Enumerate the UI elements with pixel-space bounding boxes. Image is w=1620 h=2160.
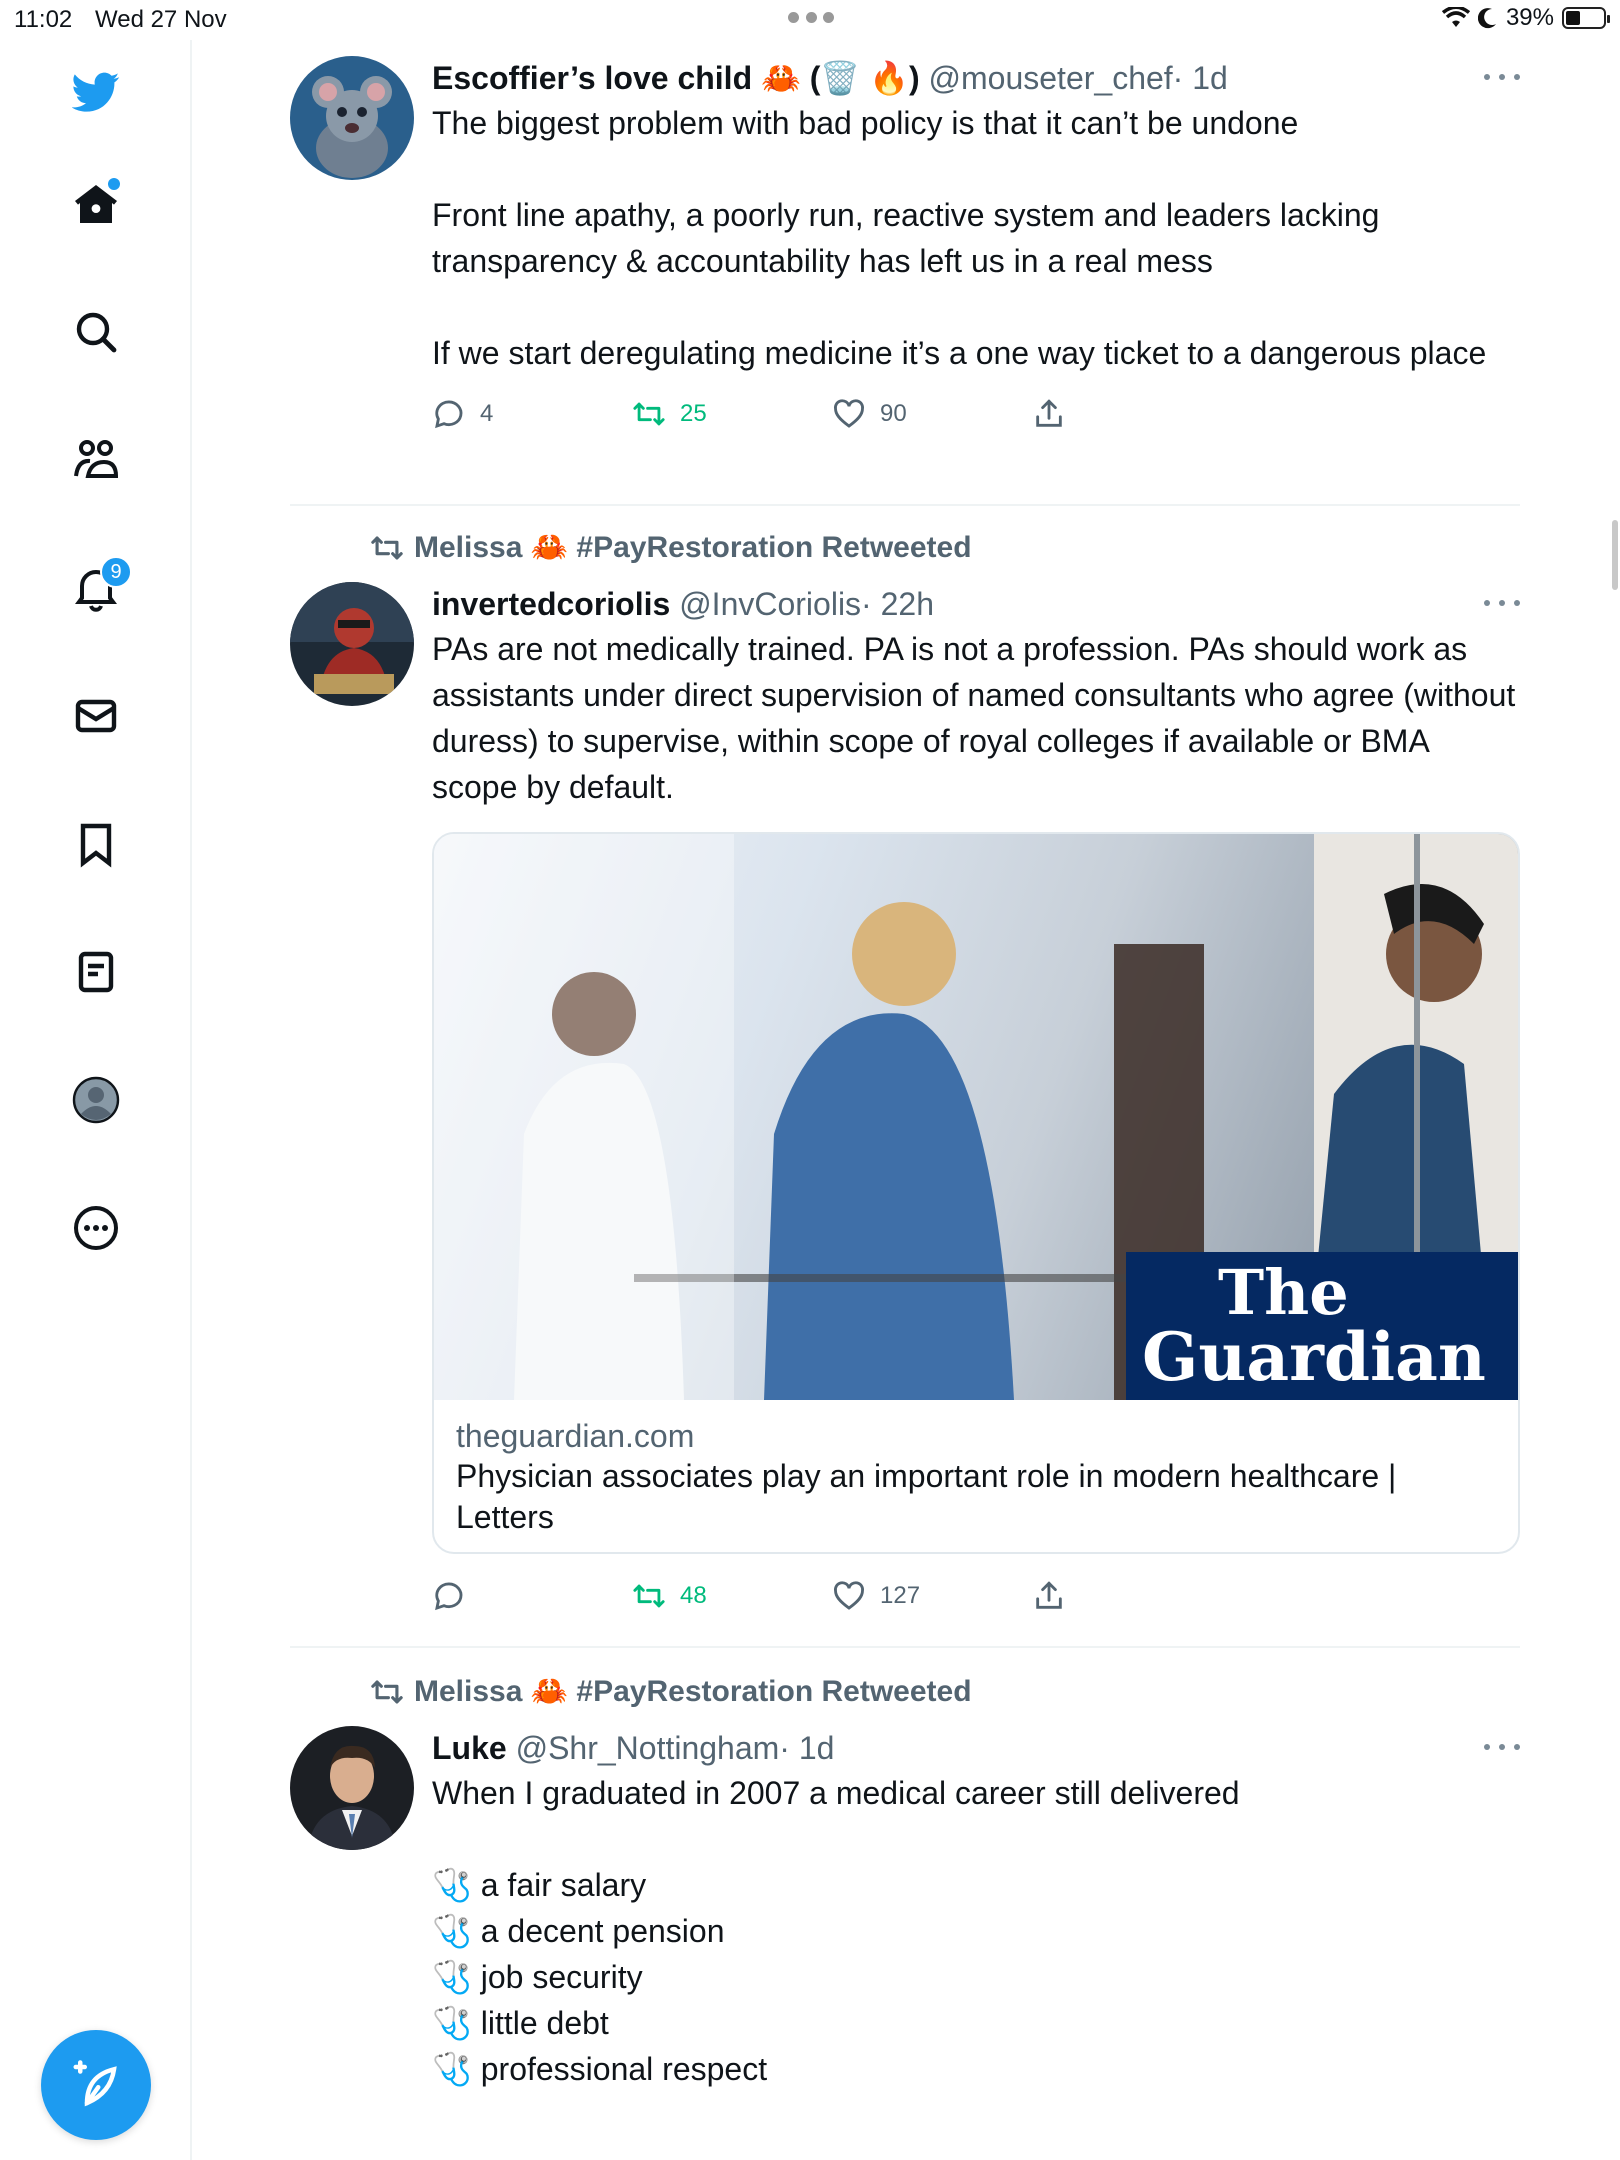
twitter-logo-icon[interactable] <box>66 62 126 122</box>
retweet-icon <box>633 1584 665 1608</box>
share-button[interactable] <box>1032 394 1066 434</box>
tweet-body: invertedcoriolis @InvCoriolis· 22h PAs a… <box>432 582 1520 1626</box>
retweet-button[interactable]: 25 <box>632 394 707 434</box>
notifications-bell-icon[interactable]: 9 <box>66 556 132 618</box>
heart-icon <box>834 1581 864 1610</box>
retweet-count: 48 <box>680 1582 707 1609</box>
tweet-header: Escoffier’s love child 🦀 (🗑️ 🔥) @mousete… <box>432 56 1520 100</box>
retweeted-by-line[interactable]: Melissa 🦀 #PayRestoration Retweeted <box>370 1674 972 1709</box>
moon-icon <box>1477 8 1496 29</box>
tweet-more-icon[interactable] <box>1484 1744 1520 1752</box>
bookmark-icon[interactable] <box>66 814 126 874</box>
profile-avatar-icon[interactable] <box>66 1070 126 1130</box>
reply-icon <box>435 1582 463 1611</box>
link-card-meta: theguardian.com Physician associates pla… <box>434 1400 1518 1552</box>
communities-icon[interactable] <box>66 430 126 490</box>
link-card-title: Physician associates play an important r… <box>456 1458 1397 1535</box>
share-icon <box>1036 399 1062 427</box>
author-name[interactable]: Luke <box>432 1730 507 1766</box>
reply-icon <box>435 400 463 429</box>
sidebar: 9 <box>0 40 192 2160</box>
timeline-feed: Escoffier’s love child 🦀 (🗑️ 🔥) @mousete… <box>192 40 1620 2160</box>
heart-icon <box>834 399 864 428</box>
wifi-icon <box>1441 7 1470 27</box>
guardian-logo-line1: The <box>1218 1256 1349 1329</box>
author-handle[interactable]: @Shr_Nottingham <box>516 1730 780 1766</box>
avatar[interactable] <box>290 582 414 706</box>
link-card[interactable]: The Guardian theguardian.com Physician a… <box>432 832 1520 1554</box>
reply-button[interactable]: 4 <box>432 394 493 434</box>
home-icon[interactable] <box>66 174 126 234</box>
tweet-divider <box>290 1646 1520 1648</box>
tweet-text: PAs are not medically trained. PA is not… <box>432 631 1525 805</box>
compose-feather-icon <box>73 2060 117 2107</box>
tweet-time[interactable]: · 1d <box>779 1730 834 1766</box>
like-count: 90 <box>880 400 907 427</box>
tweet-more-icon[interactable] <box>1484 74 1520 82</box>
tweet-actions: 4 25 90 <box>432 394 1520 444</box>
retweet-count: 25 <box>680 400 707 427</box>
author-name[interactable]: invertedcoriolis <box>432 586 670 622</box>
tweet-actions: 48 127 <box>432 1576 1520 1626</box>
link-card-domain: theguardian.com <box>456 1418 695 1454</box>
retweeted-by-text: Melissa 🦀 #PayRestoration Retweeted <box>414 1675 972 1708</box>
tweet-text: When I graduated in 2007 a medical caree… <box>432 1775 1240 2087</box>
guardian-logo: The Guardian <box>1126 1252 1518 1400</box>
like-button[interactable]: 90 <box>832 394 907 434</box>
tweet-divider <box>290 504 1520 506</box>
search-icon[interactable] <box>66 302 126 362</box>
tweet-body: Escoffier’s love child 🦀 (🗑️ 🔥) @mousete… <box>432 56 1520 444</box>
notifications-badge: 9 <box>100 556 132 588</box>
tweet-time[interactable]: · 1d <box>1173 60 1228 96</box>
status-date: Wed 27 Nov <box>95 6 227 33</box>
author-handle[interactable]: @mouseter_chef <box>929 60 1173 96</box>
tweet[interactable]: Escoffier’s love child 🦀 (🗑️ 🔥) @mousete… <box>290 56 1520 516</box>
retweet-small-icon <box>371 536 403 559</box>
retweeted-by-line[interactable]: Melissa 🦀 #PayRestoration Retweeted <box>370 530 972 565</box>
compose-tweet-button[interactable] <box>41 2030 151 2140</box>
status-indicators: 39% <box>1441 4 1610 32</box>
status-bar: 11:02 Wed 27 Nov 39% <box>0 0 1620 40</box>
lists-icon[interactable] <box>66 942 126 1002</box>
retweeted-by-text: Melissa 🦀 #PayRestoration Retweeted <box>414 531 972 564</box>
reply-button[interactable] <box>432 1576 466 1616</box>
avatar[interactable] <box>290 1726 414 1850</box>
like-count: 127 <box>880 1582 921 1609</box>
tweet-header: Luke @Shr_Nottingham· 1d <box>432 1726 1520 1770</box>
author-handle[interactable]: @InvCoriolis <box>679 586 861 622</box>
share-button[interactable] <box>1032 1576 1066 1616</box>
home-new-dot <box>108 178 120 190</box>
more-options-icon[interactable] <box>66 1198 126 1258</box>
battery-icon <box>1562 7 1610 29</box>
like-button[interactable]: 127 <box>832 1576 920 1616</box>
retweet-button[interactable]: 48 <box>632 1576 707 1616</box>
share-icon <box>1036 1581 1062 1609</box>
tweet-time[interactable]: · 22h <box>861 586 934 622</box>
retweet-small-icon <box>371 1680 403 1703</box>
tweet-text: The biggest problem with bad policy is t… <box>432 105 1487 371</box>
retweet-icon <box>633 402 665 426</box>
tweet-body: Luke @Shr_Nottingham· 1d When I graduate… <box>432 1726 1520 2092</box>
tweet-more-icon[interactable] <box>1484 600 1520 608</box>
messages-envelope-icon[interactable] <box>66 686 126 746</box>
author-name[interactable]: Escoffier’s love child 🦀 (🗑️ 🔥) <box>432 60 920 96</box>
multitasking-dots-icon[interactable] <box>788 12 834 24</box>
tweet[interactable]: Melissa 🦀 #PayRestoration Retweeted inve… <box>290 530 1520 1660</box>
tweet-header: invertedcoriolis @InvCoriolis· 22h <box>432 582 1520 626</box>
link-card-image: The Guardian <box>434 834 1518 1400</box>
avatar[interactable] <box>290 56 414 180</box>
scrollbar[interactable] <box>1612 520 1618 590</box>
reply-count: 4 <box>480 400 494 427</box>
status-time: 11:02 <box>14 6 73 33</box>
guardian-logo-line2: Guardian <box>1142 1318 1486 1396</box>
battery-percent: 39% <box>1505 4 1554 31</box>
tweet[interactable]: Melissa 🦀 #PayRestoration Retweeted Luke… <box>290 1674 1520 2160</box>
